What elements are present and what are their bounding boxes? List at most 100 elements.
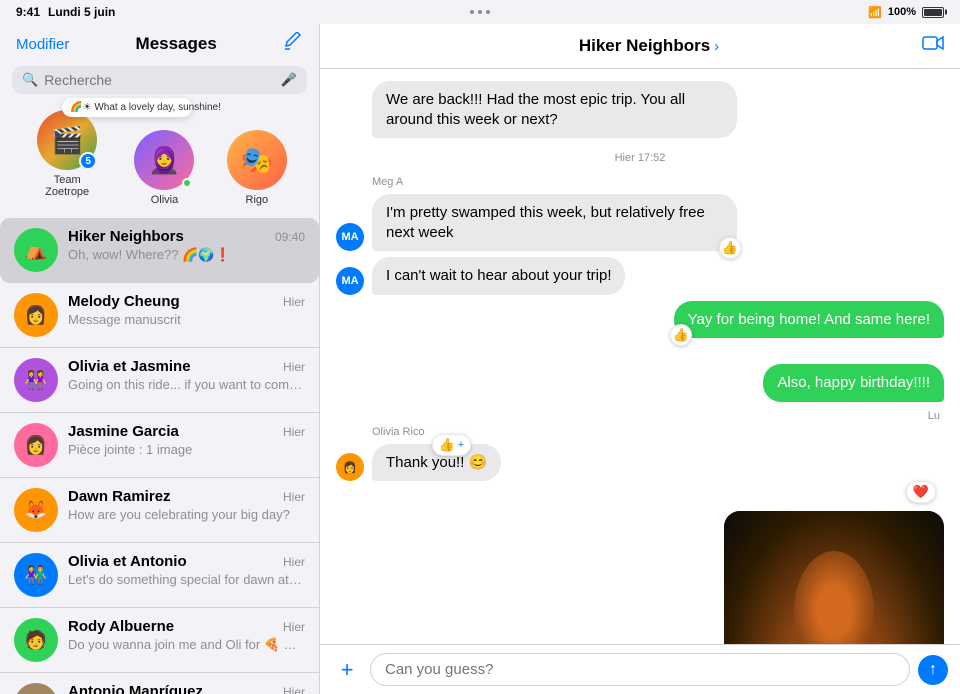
- message-input[interactable]: [370, 653, 910, 686]
- send-button[interactable]: ↑: [918, 655, 948, 685]
- msg-bubble-3: I can't wait to hear about your trip!: [372, 257, 625, 295]
- conv-item-rody[interactable]: 🧑 Rody Albuerne Hier Do you wanna join m…: [0, 608, 319, 673]
- conv-name-olivia-jasmine: Olivia et Jasmine: [68, 358, 191, 375]
- msg-text-2: I'm pretty swamped this week, but relati…: [386, 204, 705, 241]
- battery-icon: [922, 7, 944, 18]
- video-icon: [922, 34, 944, 52]
- heart-reaction-badge: ❤️: [906, 481, 936, 503]
- pinned-row: 🎬 5 🌈☀ What a lovely day, sunshine! Team…: [0, 102, 319, 218]
- msg-text-4: Yay for being home! And same here!: [688, 311, 930, 328]
- conv-item-olivia-antonio[interactable]: 👫 Olivia et Antonio Hier Let's do someth…: [0, 543, 319, 608]
- msg-avatar-olivia: 👩: [336, 453, 364, 481]
- chat-title-wrap[interactable]: Hiker Neighbors ›: [579, 36, 719, 56]
- conv-preview-rody: Do you wanna join me and Oli for 🍕 ☕ 🧑 b…: [68, 637, 305, 653]
- conv-content-jasmine: Jasmine Garcia Hier Pièce jointe : 1 ima…: [68, 423, 305, 457]
- conv-time-jasmine: Hier: [283, 425, 305, 439]
- mic-icon[interactable]: 🎤: [281, 72, 297, 88]
- heart-reaction-row: ❤️: [336, 481, 936, 503]
- pinned-label-rigo: Rigo: [246, 194, 269, 206]
- online-dot-olivia: [182, 178, 192, 188]
- msg-row-6: 👩 Thank you!! 😊 👍 +: [336, 444, 944, 482]
- conv-name-jasmine: Jasmine Garcia: [68, 423, 179, 440]
- status-date: Lundi 5 juin: [48, 5, 115, 19]
- chat-header: Hiker Neighbors ›: [320, 24, 960, 69]
- pinned-avatar-wrap-rigo: 🎭: [227, 130, 287, 190]
- top-dots: [470, 10, 490, 14]
- conv-item-dawn[interactable]: 🦊 Dawn Ramirez Hier How are you celebrat…: [0, 478, 319, 543]
- team-preview-bubble: 🌈☀ What a lovely day, sunshine!: [62, 98, 192, 117]
- conv-name-dawn: Dawn Ramirez: [68, 488, 171, 505]
- pinned-avatar-wrap-olivia: 🧕: [134, 130, 194, 190]
- msg-bubble-wrap-6: Thank you!! 😊 👍 +: [372, 444, 501, 482]
- conv-item-antonio[interactable]: 🧔 Antonio Manríquez Hier: [0, 673, 319, 694]
- conv-content-olivia-antonio: Olivia et Antonio Hier Let's do somethin…: [68, 553, 305, 587]
- conv-time-dawn: Hier: [283, 490, 305, 504]
- chat-panel: Hiker Neighbors ›: [320, 24, 960, 694]
- conversation-list: ⛺ Hiker Neighbors 09:40 Oh, wow! Where??…: [0, 218, 319, 694]
- conv-avatar-melody: 👩: [14, 293, 58, 337]
- conv-preview-jasmine: Pièce jointe : 1 image: [68, 442, 305, 457]
- conv-item-jasmine[interactable]: 👩 Jasmine Garcia Hier Pièce jointe : 1 i…: [0, 413, 319, 478]
- conv-item-olivia-jasmine[interactable]: 👭 Olivia et Jasmine Hier Going on this r…: [0, 348, 319, 413]
- conv-name-antonio: Antonio Manríquez: [68, 683, 203, 694]
- conv-preview-olivia-antonio: Let's do something special for dawn at t…: [68, 572, 305, 587]
- msg-row-4: Yay for being home! And same here! 👍: [336, 301, 944, 339]
- add-attachment-button[interactable]: +: [332, 655, 362, 685]
- conv-time-olivia-jasmine: Hier: [283, 360, 305, 374]
- conv-avatar-antonio: 🧔: [14, 683, 58, 694]
- msg-bubble-5: Also, happy birthday!!!!: [763, 364, 944, 402]
- conv-preview-melody: Message manuscrit: [68, 312, 305, 327]
- conv-content-melody: Melody Cheung Hier Message manuscrit: [68, 293, 305, 327]
- msg-row-2: MA I'm pretty swamped this week, but rel…: [336, 194, 944, 251]
- conv-preview-hiker: Oh, wow! Where?? 🌈🌍❗️: [68, 247, 305, 263]
- compose-button[interactable]: [283, 32, 303, 56]
- search-input[interactable]: [44, 72, 275, 88]
- conv-item-hiker-neighbors[interactable]: ⛺ Hiker Neighbors 09:40 Oh, wow! Where??…: [0, 218, 319, 283]
- msg-row-3: MA I can't wait to hear about your trip!: [336, 257, 944, 295]
- reaction-thumbs-6: 👍 +: [432, 434, 472, 456]
- conv-preview-olivia-jasmine: Going on this ride... if you want to com…: [68, 377, 305, 392]
- video-call-button[interactable]: [922, 34, 944, 58]
- msg-row-5: Also, happy birthday!!!!: [336, 364, 944, 402]
- pinned-label-olivia: Olivia: [151, 194, 179, 206]
- conv-avatar-olivia-antonio: 👫: [14, 553, 58, 597]
- conv-time-antonio: Hier: [283, 685, 305, 694]
- conv-content-hiker: Hiker Neighbors 09:40 Oh, wow! Where?? 🌈…: [68, 228, 305, 263]
- conv-avatar-dawn: 🦊: [14, 488, 58, 532]
- conv-name-rody: Rody Albuerne: [68, 618, 174, 635]
- compose-icon: [283, 32, 303, 52]
- conv-preview-dawn: How are you celebrating your big day?: [68, 507, 305, 522]
- reaction-badge-2: 👍: [719, 237, 741, 259]
- msg-bubble-wrap-4: Yay for being home! And same here! 👍: [674, 301, 944, 339]
- chat-image-person: [724, 511, 944, 644]
- status-read: Lu: [336, 410, 940, 422]
- conv-time-melody: Hier: [283, 295, 305, 309]
- pinned-item-team-zoetrope[interactable]: 🎬 5 🌈☀ What a lovely day, sunshine! Team…: [32, 110, 102, 206]
- unread-badge-team: 5: [79, 152, 97, 170]
- search-icon: 🔍: [22, 72, 38, 88]
- msg-bubble-wrap-1: We are back!!! Had the most epic trip. Y…: [372, 81, 737, 138]
- sidebar: Modifier Messages 🔍 🎤: [0, 24, 320, 694]
- msg-text-3: I can't wait to hear about your trip!: [386, 267, 611, 284]
- conv-name-olivia-antonio: Olivia et Antonio: [68, 553, 187, 570]
- reaction-badge-4: 👍: [670, 324, 692, 346]
- sidebar-title: Messages: [69, 34, 283, 54]
- conv-content-olivia-jasmine: Olivia et Jasmine Hier Going on this rid…: [68, 358, 305, 392]
- pinned-label-team: Team Zoetrope: [32, 174, 102, 198]
- conv-content-antonio: Antonio Manríquez Hier: [68, 683, 305, 694]
- chat-chevron-icon: ›: [714, 38, 719, 55]
- conv-item-melody[interactable]: 👩 Melody Cheung Hier Message manuscrit: [0, 283, 319, 348]
- app-container: Modifier Messages 🔍 🎤: [0, 24, 960, 694]
- pinned-avatar-wrap-team: 🎬 5: [37, 110, 97, 170]
- msg-bubble-wrap-5: Also, happy birthday!!!!: [763, 364, 944, 402]
- conv-avatar-hiker: ⛺: [14, 228, 58, 272]
- msg-bubble-1: We are back!!! Had the most epic trip. Y…: [372, 81, 737, 138]
- pinned-item-olivia[interactable]: 🧕 Olivia: [134, 130, 194, 206]
- msg-bubble-wrap-2: I'm pretty swamped this week, but relati…: [372, 194, 737, 251]
- pinned-avatar-rigo: 🎭: [227, 130, 287, 190]
- wifi-icon: 📶: [868, 6, 882, 19]
- modifier-button[interactable]: Modifier: [16, 36, 69, 53]
- msg-text-1: We are back!!! Had the most epic trip. Y…: [386, 91, 685, 128]
- msg-row-1: We are back!!! Had the most epic trip. Y…: [336, 81, 944, 138]
- pinned-item-rigo[interactable]: 🎭 Rigo: [227, 130, 287, 206]
